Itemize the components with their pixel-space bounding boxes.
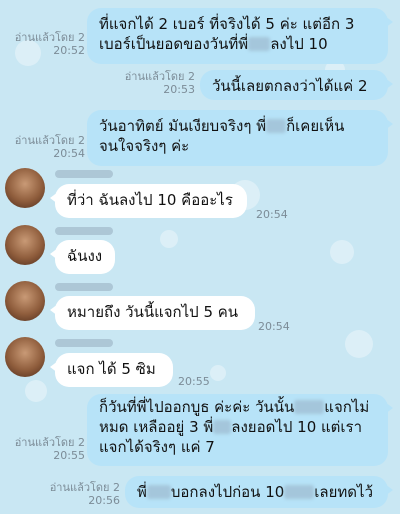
redacted-name bbox=[248, 37, 271, 51]
message-bubble-outgoing[interactable]: ก็วันที่พี่ไปออกบูธ ค่ะค่ะ วันนั้น แจกไม่… bbox=[87, 394, 393, 466]
message-bubble-incoming[interactable]: ที่ว่า ฉันลงไป 10 คืออะไร bbox=[50, 184, 247, 218]
message-text: พี่ bbox=[137, 483, 147, 501]
message-meta: อ่านแล้วโดย 2 20:56 bbox=[40, 481, 120, 507]
background-pattern bbox=[345, 330, 373, 358]
sender-name-redacted bbox=[55, 339, 113, 347]
message-text: แจกได้จริงๆ แค่ 7 bbox=[99, 438, 215, 456]
background-pattern bbox=[330, 240, 354, 264]
message-text: เลยทดไว้ bbox=[314, 483, 374, 501]
avatar[interactable] bbox=[5, 281, 45, 321]
message-text: หมด เหลืออยู่ 3 พี่ bbox=[99, 418, 214, 436]
message-bubble-incoming[interactable]: หมายถึง วันนี้แจกไป 5 คน bbox=[50, 296, 255, 330]
message-meta: อ่านแล้วโดย 2 20:54 bbox=[5, 134, 85, 160]
read-receipt: อ่านแล้วโดย 2 bbox=[124, 70, 195, 83]
redacted-name bbox=[146, 485, 171, 499]
avatar[interactable] bbox=[5, 225, 45, 265]
background-pattern bbox=[25, 380, 47, 402]
message-bubble-incoming[interactable]: แจก ได้ 5 ซิม bbox=[50, 353, 173, 387]
message-text: วันอาทิตย์ มันเงียบจริงๆ พี่ bbox=[99, 117, 267, 135]
message-meta: อ่านแล้วโดย 2 20:52 bbox=[5, 31, 85, 57]
message-text: แจกไม่ bbox=[324, 398, 370, 416]
message-bubble-outgoing[interactable]: วันนี้เลยตกลงว่าได้แค่ 2 bbox=[200, 70, 393, 100]
sender-name-redacted bbox=[55, 227, 113, 235]
message-text: ก็เคยเห็น bbox=[286, 117, 345, 135]
message-text: ที่แจกได้ 2 เบอร์ ที่จริงได้ 5 ค่ะ แต่อี… bbox=[99, 15, 355, 33]
message-text: หมายถึง วันนี้แจกไป 5 คน bbox=[67, 303, 239, 321]
message-meta: อ่านแล้วโดย 2 20:55 bbox=[5, 436, 85, 462]
message-text: ลงยอดไป 10 แต่เรา bbox=[231, 418, 363, 436]
message-time: 20:54 bbox=[256, 208, 288, 221]
message-text: ที่ว่า ฉันลงไป 10 คืออะไร bbox=[67, 191, 233, 209]
message-text: วันนี้เลยตกลงว่าได้แค่ 2 bbox=[212, 77, 368, 95]
read-receipt: อ่านแล้วโดย 2 bbox=[14, 436, 85, 449]
redacted-name bbox=[294, 400, 325, 414]
message-bubble-outgoing[interactable]: วันอาทิตย์ มันเงียบจริงๆ พี่ ก็เคยเห็น จน… bbox=[87, 110, 393, 166]
redacted-name bbox=[284, 485, 315, 499]
background-pattern bbox=[160, 230, 178, 248]
message-text: แจก ได้ 5 ซิม bbox=[67, 360, 156, 378]
read-receipt: อ่านแล้วโดย 2 bbox=[49, 481, 120, 494]
message-time: 20:54 bbox=[258, 320, 290, 333]
sender-name-redacted bbox=[55, 170, 113, 178]
message-bubble-outgoing[interactable]: ที่แจกได้ 2 เบอร์ ที่จริงได้ 5 ค่ะ แต่อี… bbox=[87, 8, 393, 64]
background-pattern bbox=[210, 365, 226, 381]
message-time: 20:55 bbox=[178, 375, 210, 388]
avatar[interactable] bbox=[5, 168, 45, 208]
redacted-name bbox=[213, 420, 232, 434]
avatar[interactable] bbox=[5, 337, 45, 377]
message-time: 20:55 bbox=[53, 449, 85, 462]
message-bubble-incoming[interactable]: ฉันงง bbox=[50, 240, 115, 274]
message-text: ก็วันที่พี่ไปออกบูธ ค่ะค่ะ วันนั้น bbox=[99, 398, 295, 416]
message-text: จนใจจริงๆ ค่ะ bbox=[99, 137, 190, 155]
message-meta: อ่านแล้วโดย 2 20:53 bbox=[95, 70, 195, 96]
message-time: 20:54 bbox=[53, 147, 85, 160]
message-time: 20:56 bbox=[88, 494, 120, 507]
message-bubble-outgoing[interactable]: พี่ บอกลงไปก่อน 10 เลยทดไว้ bbox=[125, 476, 393, 508]
message-time: 20:52 bbox=[53, 44, 85, 57]
message-text: เบอร์เป็นยอดของวันที่พี่ bbox=[99, 35, 249, 53]
redacted-name bbox=[266, 119, 287, 133]
read-receipt: อ่านแล้วโดย 2 bbox=[14, 31, 85, 44]
message-text: ลงไป 10 bbox=[270, 35, 328, 53]
read-receipt: อ่านแล้วโดย 2 bbox=[14, 134, 85, 147]
sender-name-redacted bbox=[55, 283, 113, 291]
message-time: 20:53 bbox=[163, 83, 195, 96]
message-text: ฉันงง bbox=[67, 247, 103, 265]
message-text: บอกลงไปก่อน 10 bbox=[170, 483, 285, 501]
